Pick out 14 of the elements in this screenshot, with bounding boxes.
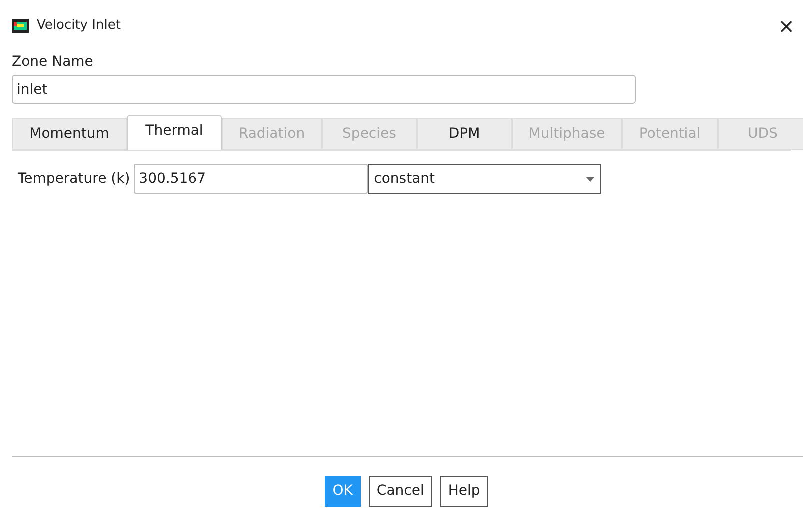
- tab[interactable]: DPM: [417, 118, 512, 150]
- temperature-label: Temperature (k): [18, 170, 130, 188]
- zone-name-field[interactable]: inlet: [12, 75, 636, 104]
- app-icon: [12, 19, 29, 33]
- window-title: Velocity Inlet: [37, 17, 121, 36]
- dialog-button[interactable]: Help: [440, 476, 488, 507]
- tab[interactable]: Thermal: [127, 115, 222, 150]
- dialog-button[interactable]: Cancel: [368, 476, 432, 507]
- dropdown-arrow-icon: [586, 176, 596, 182]
- method-dropdown[interactable]: constant: [368, 164, 602, 194]
- field-label: Zone Name: [12, 53, 94, 72]
- temperature-field[interactable]: 300.5167: [134, 164, 368, 194]
- tab[interactable]: Momentum: [12, 118, 127, 150]
- close-button[interactable]: ×: [774, 16, 799, 36]
